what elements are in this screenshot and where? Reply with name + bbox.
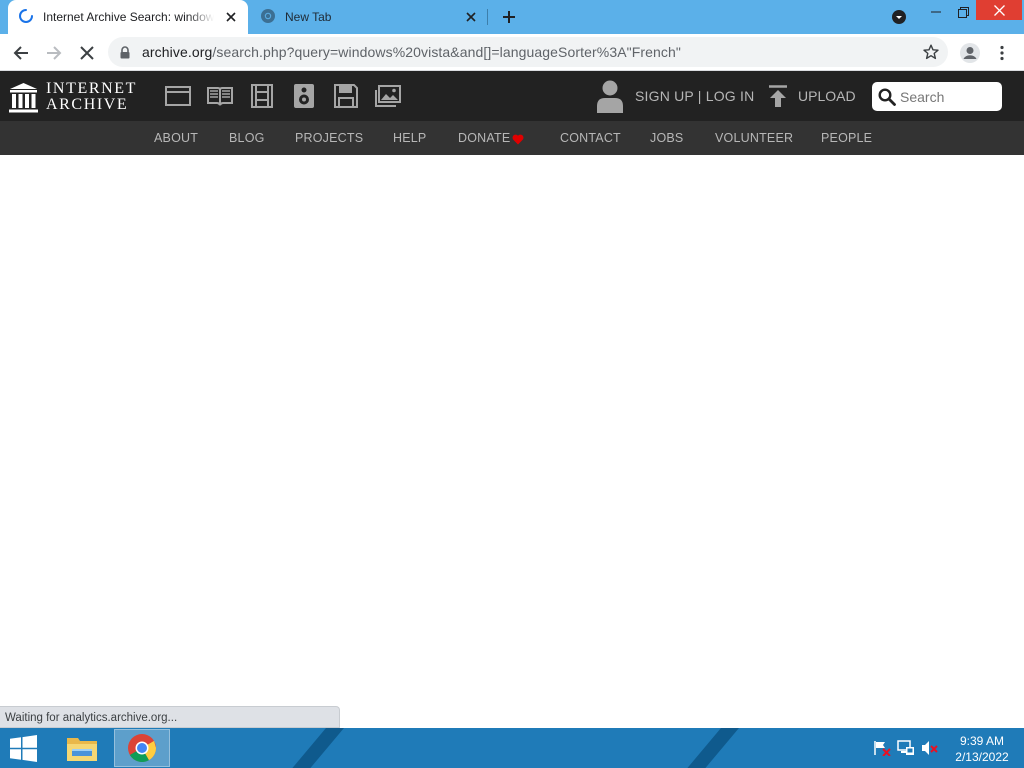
close-icon (993, 4, 1005, 16)
clock-time: 9:39 AM (959, 734, 1005, 748)
tab-divider (487, 9, 488, 25)
nav-people[interactable]: PEOPLE (821, 131, 872, 145)
video-icon[interactable] (249, 83, 275, 109)
restore-icon (957, 6, 969, 18)
address-bar[interactable]: archive.org/search.php?query=windows%20v… (108, 37, 948, 67)
url-text[interactable]: archive.org/search.php?query=windows%20v… (142, 44, 681, 60)
chrome-icon (128, 734, 156, 762)
page-content-area (0, 155, 1024, 706)
chrome-taskbar-button[interactable] (114, 729, 170, 767)
tab-strip: Internet Archive Search: windows vista N… (0, 0, 1024, 34)
search-icon (878, 87, 896, 106)
file-explorer-button[interactable] (54, 729, 110, 767)
logo-line-1: INTERNET (46, 80, 138, 97)
profile-button[interactable] (956, 39, 984, 67)
ia-search-input[interactable] (900, 88, 998, 105)
ia-logo[interactable]: INTERNET ARCHIVE (9, 81, 137, 113)
taskbar-wallpaper-streak (275, 728, 353, 768)
lock-icon[interactable] (108, 45, 142, 59)
heart-icon[interactable] (512, 134, 524, 145)
texts-icon[interactable] (207, 83, 233, 109)
loading-spinner-icon (18, 8, 34, 27)
bookmark-star-icon[interactable] (920, 41, 942, 63)
ia-search-box[interactable] (872, 82, 1002, 111)
tab-title: New Tab (285, 10, 332, 24)
stop-loading-button[interactable] (73, 39, 101, 67)
minimize-icon (931, 11, 941, 13)
plus-icon (503, 11, 515, 23)
tab-close-icon[interactable] (460, 6, 482, 28)
sign-up-log-in-link[interactable]: SIGN UP | LOG IN (635, 88, 754, 104)
taskbar-clock[interactable]: 9:39 AM 2/13/2022 (950, 733, 1014, 765)
nav-projects[interactable]: PROJECTS (295, 131, 363, 145)
restore-button[interactable] (950, 0, 976, 24)
tab-title: Internet Archive Search: windows vista (43, 10, 214, 24)
loading-status-bubble: Waiting for analytics.archive.org... (0, 706, 340, 728)
ia-nav-bar: ABOUT BLOG PROJECTS HELP DONATE CONTACT … (0, 121, 1024, 155)
back-button[interactable] (7, 39, 35, 67)
tab-internet-archive-search[interactable]: Internet Archive Search: windows vista (8, 0, 248, 34)
chrome-favicon-icon (260, 8, 276, 27)
network-icon[interactable] (897, 740, 915, 756)
software-icon[interactable] (333, 83, 359, 109)
browser-menu-button[interactable] (988, 39, 1016, 67)
archive-building-icon (9, 82, 38, 112)
file-explorer-icon (67, 738, 97, 761)
user-icon[interactable] (596, 79, 624, 113)
nav-about[interactable]: ABOUT (154, 131, 198, 145)
windows-taskbar: 9:39 AM 2/13/2022 (0, 728, 1024, 768)
kebab-menu-icon (1000, 45, 1004, 61)
action-center-flag-icon[interactable] (873, 740, 891, 756)
images-icon[interactable] (375, 83, 401, 109)
nav-blog[interactable]: BLOG (229, 131, 265, 145)
upload-icon[interactable] (768, 85, 788, 107)
logo-line-2: ARCHIVE (46, 96, 129, 113)
stop-icon (80, 46, 94, 60)
browser-toolbar: archive.org/search.php?query=windows%20v… (0, 34, 1024, 71)
nav-donate[interactable]: DONATE (458, 131, 510, 145)
url-path: /search.php?query=windows%20vista&and[]=… (212, 44, 681, 60)
nav-contact[interactable]: CONTACT (560, 131, 621, 145)
arrow-left-icon (13, 46, 28, 60)
taskbar-wallpaper-streak (670, 728, 748, 768)
tab-close-icon[interactable] (220, 6, 242, 28)
tab-new-tab[interactable]: New Tab (252, 0, 488, 34)
nav-help[interactable]: HELP (393, 131, 426, 145)
upload-link[interactable]: UPLOAD (798, 88, 856, 104)
url-domain: archive.org (142, 44, 213, 60)
forward-button[interactable] (40, 39, 68, 67)
profile-avatar-icon (960, 43, 980, 63)
close-window-button[interactable] (976, 0, 1022, 20)
web-icon[interactable] (165, 83, 191, 109)
nav-volunteer[interactable]: VOLUNTEER (715, 131, 793, 145)
new-tab-button[interactable] (496, 5, 522, 29)
audio-icon[interactable] (291, 83, 317, 109)
start-button[interactable] (0, 728, 46, 768)
chevron-down-icon (892, 10, 906, 24)
windows-logo-icon (9, 734, 37, 762)
minimize-button[interactable] (922, 0, 950, 24)
clock-date: 2/13/2022 (955, 750, 1009, 764)
tab-search-button[interactable] (888, 6, 910, 28)
ia-top-bar: INTERNET ARCHIVE SIGN UP | LOG IN UPLOAD (0, 71, 1024, 121)
nav-jobs[interactable]: JOBS (650, 131, 683, 145)
ia-logo-text: INTERNET ARCHIVE (46, 81, 137, 113)
volume-muted-icon[interactable] (921, 740, 939, 756)
arrow-right-icon (47, 46, 62, 60)
